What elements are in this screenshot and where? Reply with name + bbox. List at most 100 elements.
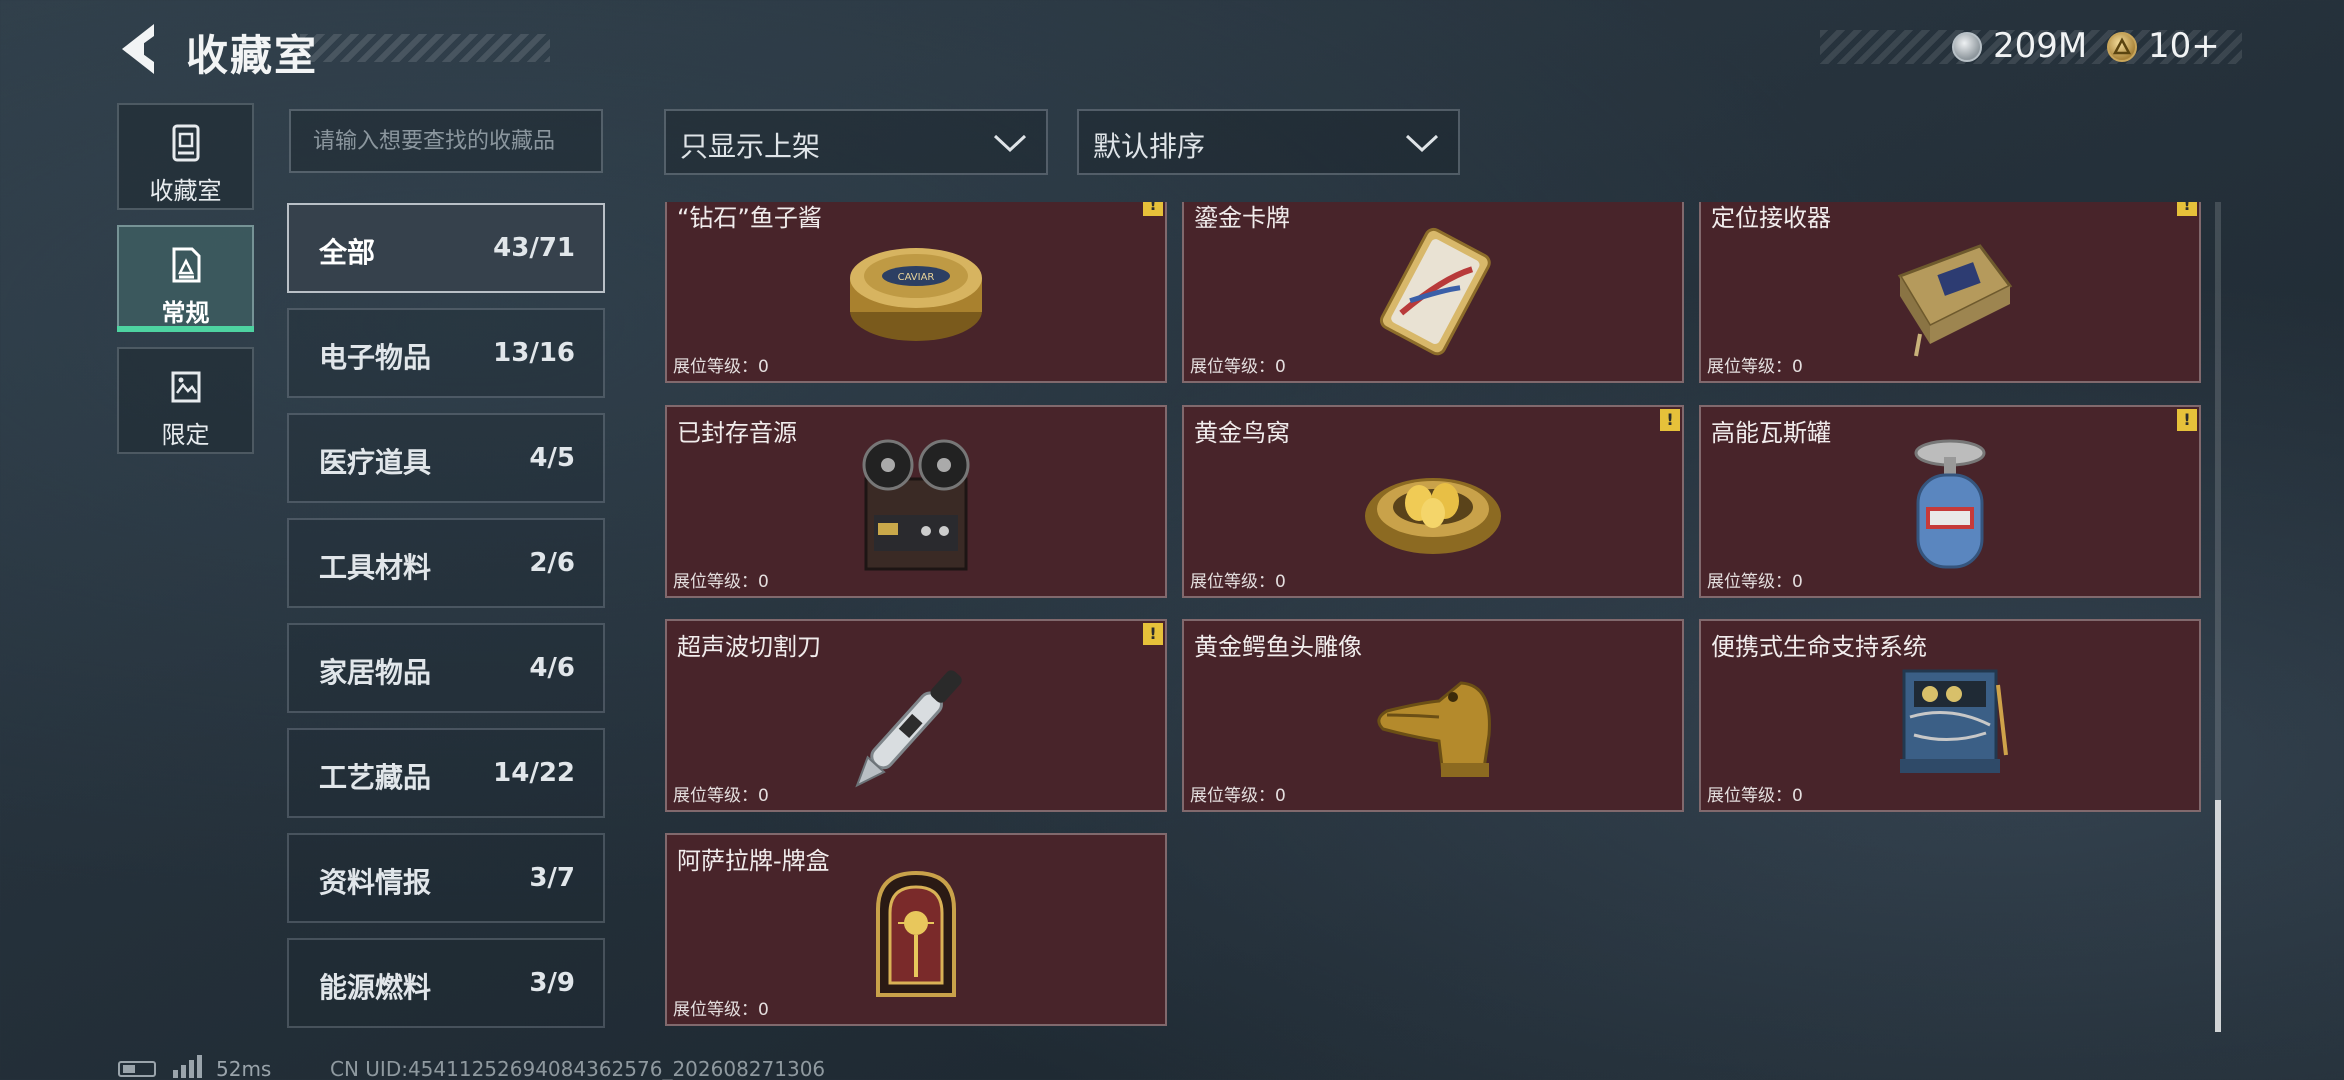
golden-nest-icon — [1343, 431, 1523, 576]
category-tools[interactable]: 工具材料 2/6 — [287, 518, 605, 608]
item-name: 鎏金卡牌 — [1194, 204, 1290, 232]
category-count: 4/5 — [529, 443, 575, 473]
category-name: 资料情报 — [319, 866, 432, 899]
card-box-icon — [826, 859, 1006, 1004]
item-level: 展位等级：0 — [1707, 572, 1803, 592]
item-level: 展位等级：0 — [673, 572, 769, 592]
item-name: 超声波切割刀 — [677, 633, 821, 661]
category-name: 工艺藏品 — [319, 761, 432, 794]
back-arrow-icon[interactable] — [114, 20, 164, 78]
collection-room-icon — [168, 123, 204, 163]
item-name: 黄金鳄鱼头雕像 — [1194, 633, 1362, 661]
scrollbar-thumb[interactable] — [2215, 800, 2221, 1032]
search-input[interactable] — [291, 111, 601, 171]
item-level: 展位等级：0 — [1190, 357, 1286, 377]
category-name: 家居物品 — [319, 656, 432, 689]
category-all[interactable]: 全部 43/71 — [287, 203, 605, 293]
item-card[interactable]: 高能瓦斯罐 ! 展位等级：0 — [1699, 405, 2201, 598]
item-level: 展位等级：0 — [1707, 786, 1803, 806]
warning-badge: ! — [2177, 409, 2197, 431]
item-level: 展位等级：0 — [673, 786, 769, 806]
category-count: 3/7 — [529, 863, 575, 893]
item-level: 展位等级：0 — [1707, 357, 1803, 377]
sort-dropdown[interactable]: 默认排序 — [1077, 109, 1460, 175]
category-name: 电子物品 — [319, 341, 432, 374]
gas-canister-icon — [1860, 431, 2040, 576]
item-card[interactable]: 阿萨拉牌-牌盒 展位等级：0 — [665, 833, 1167, 1026]
category-name: 工具材料 — [319, 551, 432, 584]
chevron-down-icon — [1404, 131, 1440, 155]
nav-tab-label: 常规 — [161, 299, 210, 327]
category-name: 全部 — [319, 236, 376, 269]
item-card[interactable]: 便携式生命支持系统 展位等级：0 — [1699, 619, 2201, 812]
caviar-tin-icon: CAVIAR — [826, 216, 1006, 361]
title-decoration — [300, 34, 550, 62]
item-name: 定位接收器 — [1711, 204, 1831, 232]
category-count: 2/6 — [529, 548, 575, 578]
signal-icon — [172, 1054, 204, 1078]
item-card[interactable]: 黄金鳄鱼头雕像 展位等级：0 — [1182, 619, 1684, 812]
category-crafts[interactable]: 工艺藏品 14/22 — [287, 728, 605, 818]
category-intel[interactable]: 资料情报 3/7 — [287, 833, 605, 923]
ultrasonic-knife-icon — [826, 645, 1006, 790]
ping-text: 52ms — [216, 1057, 272, 1080]
item-name: “钻石”鱼子酱 — [677, 204, 822, 232]
life-support-system-icon — [1860, 645, 2040, 790]
item-level: 展位等级：0 — [673, 1000, 769, 1020]
category-count: 4/6 — [529, 653, 575, 683]
collection-grid[interactable]: “钻石”鱼子酱 CAVIAR ! 展位等级：0 鎏金卡牌 展位等级：0 定位接收… — [660, 202, 2202, 1032]
warning-badge: ! — [1660, 409, 1680, 431]
locator-receiver-icon — [1860, 216, 2040, 361]
nav-tab-regular[interactable]: 常规 — [117, 225, 254, 332]
category-count: 13/16 — [493, 338, 575, 368]
sort-value: 默认排序 — [1093, 130, 1206, 163]
category-medical[interactable]: 医疗道具 4/5 — [287, 413, 605, 503]
category-name: 医疗道具 — [319, 446, 432, 479]
item-name: 高能瓦斯罐 — [1711, 419, 1831, 447]
gilded-card-icon — [1343, 216, 1523, 361]
nav-tab-limited[interactable]: 限定 — [117, 347, 254, 454]
nav-tab-label: 限定 — [161, 421, 210, 449]
item-name: 阿萨拉牌-牌盒 — [677, 847, 830, 875]
reel-recorder-icon — [826, 431, 1006, 576]
item-level: 展位等级：0 — [1190, 786, 1286, 806]
item-name: 已封存音源 — [677, 419, 797, 447]
battery-icon — [118, 1061, 156, 1077]
category-household[interactable]: 家居物品 4/6 — [287, 623, 605, 713]
category-fuel[interactable]: 能源燃料 3/9 — [287, 938, 605, 1028]
page-title: 收藏室 — [186, 31, 319, 80]
item-level: 展位等级：0 — [1190, 572, 1286, 592]
item-card[interactable]: 定位接收器 ! 展位等级：0 — [1699, 202, 2201, 383]
item-card[interactable]: 已封存音源 展位等级：0 — [665, 405, 1167, 598]
regular-items-icon — [168, 245, 204, 285]
warning-badge: ! — [2177, 202, 2197, 216]
gold-triangle-coin-icon — [2107, 32, 2137, 62]
item-card[interactable]: 鎏金卡牌 展位等级：0 — [1182, 202, 1684, 383]
search-box — [289, 109, 603, 173]
item-name: 黄金鸟窝 — [1194, 419, 1290, 447]
gold-crocodile-statue-icon — [1343, 645, 1523, 790]
uid-text: CN UID:45411252694084362576_202608271306 — [330, 1057, 826, 1080]
warning-badge: ! — [1143, 202, 1163, 216]
display-filter-value: 只显示上架 — [680, 130, 821, 163]
category-count: 3/9 — [529, 968, 575, 998]
category-name: 能源燃料 — [319, 971, 432, 1004]
item-card[interactable]: 黄金鸟窝 ! 展位等级：0 — [1182, 405, 1684, 598]
item-level: 展位等级：0 — [673, 357, 769, 377]
nav-tab-label: 收藏室 — [149, 177, 222, 205]
chevron-down-icon — [992, 131, 1028, 155]
limited-items-icon — [168, 367, 204, 407]
silver-coin-icon — [1952, 32, 1982, 62]
warning-badge: ! — [1143, 623, 1163, 645]
item-card[interactable]: 超声波切割刀 ! 展位等级：0 — [665, 619, 1167, 812]
active-tab-indicator — [117, 326, 254, 332]
category-count: 43/71 — [493, 233, 575, 263]
gold-currency-amount: 10+ — [2148, 26, 2220, 66]
category-electronics[interactable]: 电子物品 13/16 — [287, 308, 605, 398]
svg-text:CAVIAR: CAVIAR — [898, 272, 935, 283]
silver-currency-amount: 209M — [1993, 26, 2088, 66]
nav-tab-collection-room[interactable]: 收藏室 — [117, 103, 254, 210]
item-card[interactable]: “钻石”鱼子酱 CAVIAR ! 展位等级：0 — [665, 202, 1167, 383]
display-filter-dropdown[interactable]: 只显示上架 — [664, 109, 1048, 175]
category-count: 14/22 — [493, 758, 575, 788]
